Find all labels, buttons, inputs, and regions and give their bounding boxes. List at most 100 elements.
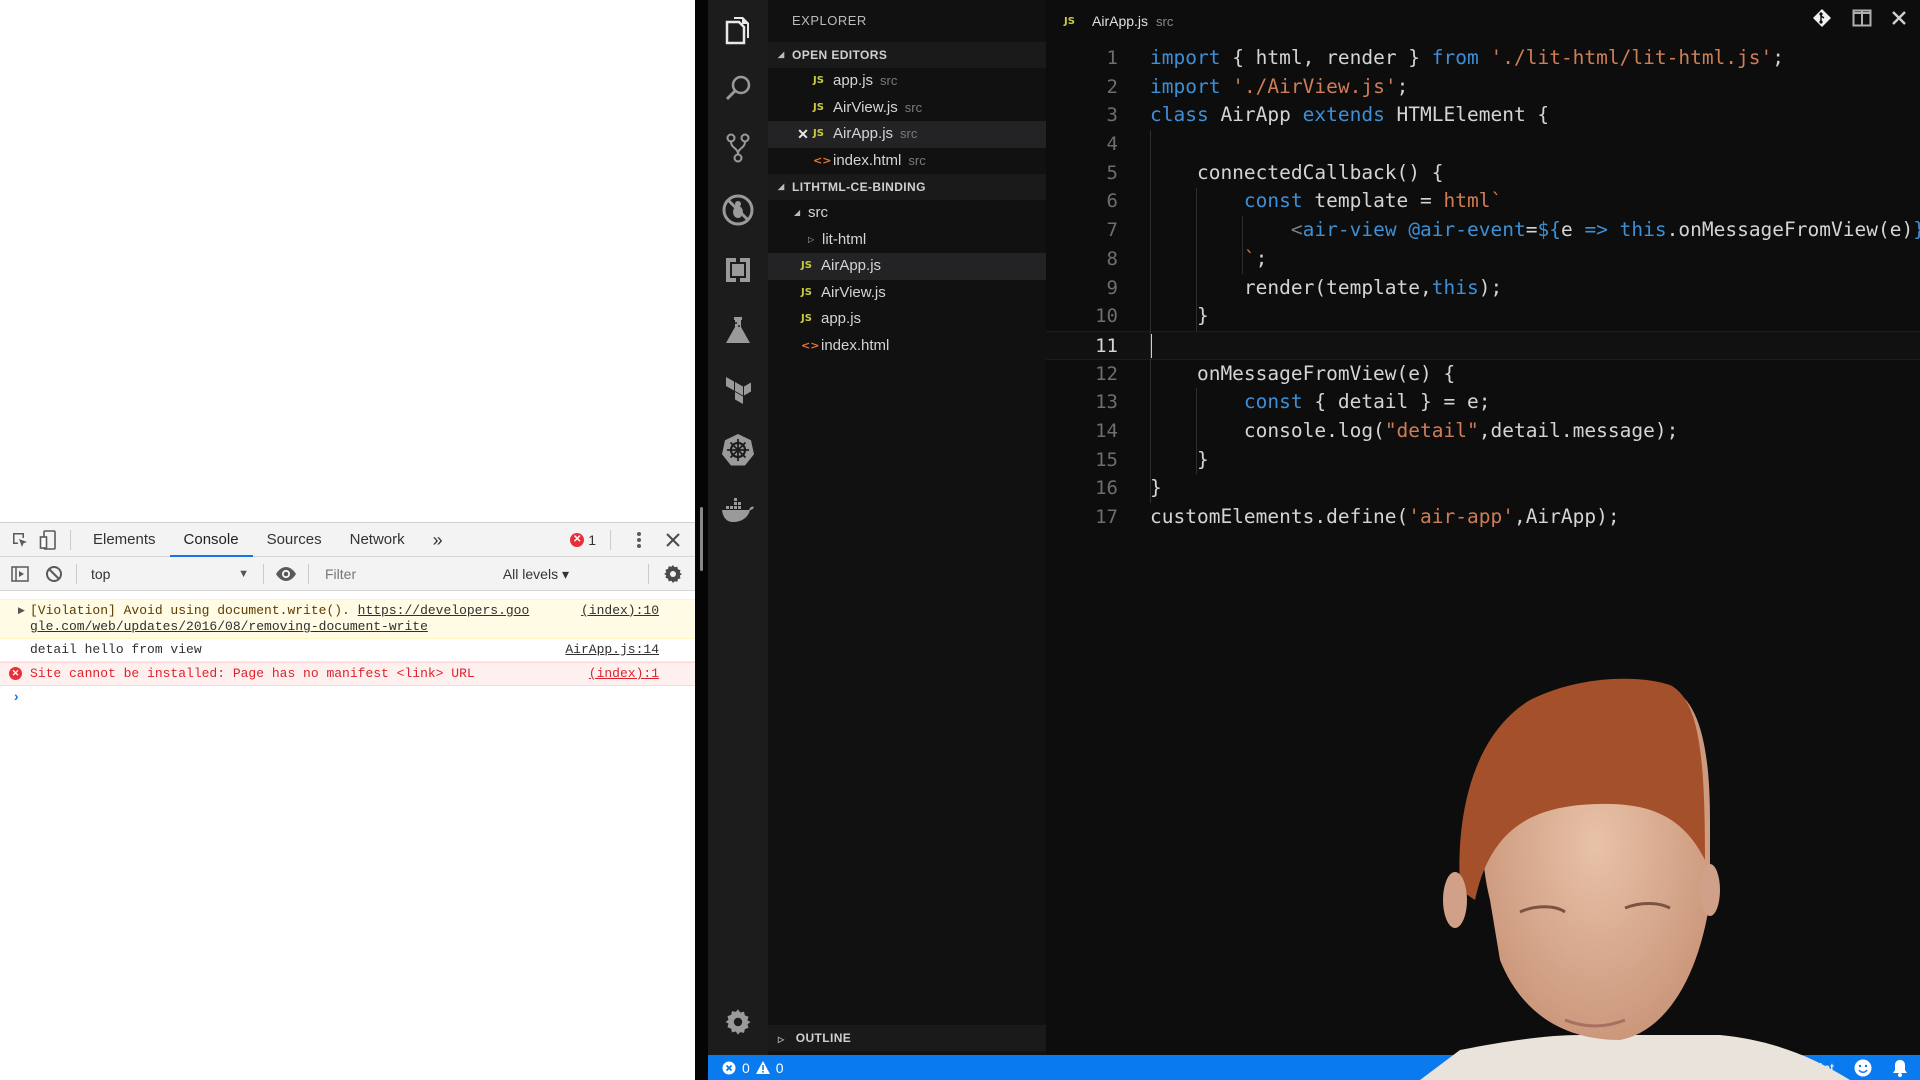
indent-guide	[1196, 187, 1197, 331]
expand-triangle-icon[interactable]: ▶	[18, 603, 25, 619]
open-editor-item[interactable]: <> index.html src	[768, 148, 1046, 175]
problems-indicator[interactable]: 0 0	[722, 1055, 784, 1080]
tab-elements[interactable]: Elements	[79, 523, 170, 557]
code-line[interactable]: 4	[1046, 130, 1920, 159]
open-editor-item-active[interactable]: ✕ JS AirApp.js src	[768, 121, 1046, 148]
file-path-desc: src	[900, 126, 918, 141]
code-line[interactable]: 10 }	[1046, 302, 1920, 331]
terraform-icon[interactable]	[708, 366, 768, 414]
device-toolbar-icon[interactable]	[34, 526, 62, 554]
code-line[interactable]: 9 render(template,this);	[1046, 274, 1920, 303]
console-message-error: ✕ Site cannot be installed: Page has no …	[0, 662, 695, 686]
search-icon[interactable]	[708, 64, 768, 112]
language-mode[interactable]: JavaScript	[1769, 1060, 1834, 1076]
console-filter-input[interactable]	[317, 565, 467, 582]
code-line[interactable]: 15 }	[1046, 446, 1920, 475]
separator	[70, 529, 71, 550]
notifications-bell-icon[interactable]	[1892, 1059, 1908, 1077]
kubernetes-icon[interactable]	[708, 426, 768, 474]
project-folder-header[interactable]: ◢ LITHTML-CE-BINDING	[768, 174, 1046, 200]
error-count-badge[interactable]: ✕ 1	[570, 532, 596, 548]
extensions-icon[interactable]	[708, 246, 768, 294]
line-number: 11	[1095, 334, 1118, 357]
kebab-menu-icon[interactable]	[625, 526, 653, 554]
open-editors-header[interactable]: ◢ OPEN EDITORS	[768, 42, 1046, 68]
code-text: <air-view @air-event=${e => this.onMessa…	[1290, 218, 1920, 242]
git-compare-icon[interactable]	[1812, 8, 1832, 33]
code-line[interactable]: 13 const { detail } = e;	[1046, 388, 1920, 417]
close-devtools-icon[interactable]	[659, 526, 687, 554]
outline-section-header[interactable]: ▷ OUTLINE	[768, 1025, 1046, 1051]
code-line[interactable]: 8 `;	[1046, 245, 1920, 274]
inspect-element-icon[interactable]	[6, 526, 34, 554]
file-name: AirView.js	[821, 283, 886, 301]
open-editor-item[interactable]: JS AirView.js src	[768, 95, 1046, 122]
explorer-files-icon[interactable]	[708, 6, 768, 54]
separator	[76, 563, 77, 584]
close-editor-icon[interactable]	[1892, 11, 1906, 30]
code-line[interactable]: 5 connectedCallback() {	[1046, 159, 1920, 188]
tab-sources[interactable]: Sources	[253, 523, 336, 557]
editor-tab-active[interactable]: JS AirApp.js src	[1046, 0, 1173, 42]
tree-file-item[interactable]: JS app.js	[768, 306, 1046, 333]
console-message-violation[interactable]: ▶ [Violation] Avoid using document.write…	[0, 599, 695, 639]
message-source-link[interactable]: (index):1	[589, 666, 659, 682]
clear-console-icon[interactable]	[40, 560, 68, 588]
activity-bar	[708, 0, 768, 1055]
message-link-continued[interactable]: gle.com/web/updates/2016/08/removing-doc…	[30, 619, 428, 634]
explorer-sidebar: EXPLORER ◢ OPEN EDITORS JS app.js src JS…	[768, 0, 1046, 1055]
split-editor-icon[interactable]	[1852, 9, 1872, 32]
collapse-triangle-icon: ◢	[778, 182, 785, 191]
source-control-icon[interactable]	[708, 124, 768, 172]
code-line[interactable]: 17 customElements.define('air-app',AirApp…	[1046, 503, 1920, 532]
tree-folder-lit-html[interactable]: ▷ lit-html	[768, 227, 1046, 254]
code-line[interactable]: 7 <air-view @air-event=${e => this.onMes…	[1046, 216, 1920, 245]
scrollbar-handle[interactable]	[700, 507, 703, 571]
code-text: }	[1150, 447, 1209, 471]
code-line[interactable]: 16}	[1046, 474, 1920, 503]
error-count: 0	[742, 1059, 750, 1076]
tree-file-item[interactable]: JS AirView.js	[768, 280, 1046, 307]
message-source-link[interactable]: (index):10	[581, 603, 659, 619]
open-editor-item[interactable]: JS app.js src	[768, 68, 1046, 95]
testing-flask-icon[interactable]	[708, 306, 768, 354]
folder-name: src	[808, 204, 828, 221]
tab-file-name: AirApp.js	[1092, 13, 1149, 29]
context-selector[interactable]: top ▼	[85, 566, 255, 582]
live-expression-eye-icon[interactable]	[272, 560, 300, 588]
tree-folder-src[interactable]: ◢ src	[768, 200, 1046, 227]
js-file-icon: JS	[813, 128, 824, 139]
show-sidebar-icon[interactable]	[6, 560, 34, 588]
tree-file-item[interactable]: <> index.html	[768, 333, 1046, 360]
code-line[interactable]: 6 const template = html`	[1046, 187, 1920, 216]
page-viewport[interactable]	[0, 0, 695, 522]
prompt-chevron-icon: ›	[12, 690, 21, 706]
tree-file-item-selected[interactable]: JS AirApp.js	[768, 253, 1046, 280]
close-editor-icon[interactable]: ✕	[793, 121, 813, 148]
code-line[interactable]: 12 onMessageFromView(e) {	[1046, 360, 1920, 389]
code-line[interactable]: 14 console.log("detail",detail.message);	[1046, 417, 1920, 446]
debug-icon[interactable]	[708, 186, 768, 234]
log-levels-dropdown[interactable]: All levels ▾	[503, 557, 569, 591]
console-prompt[interactable]: ›	[0, 686, 695, 710]
code-line[interactable]: 2 import './AirView.js';	[1046, 73, 1920, 102]
code-line[interactable]: 11	[1046, 330, 1920, 360]
file-name: app.js	[833, 72, 874, 89]
more-tabs-button[interactable]: »	[419, 523, 457, 557]
feedback-smiley-icon[interactable]	[1854, 1059, 1872, 1077]
message-text: [Violation] Avoid using document.write()…	[30, 603, 358, 618]
line-number: 5	[1106, 161, 1118, 184]
separator	[648, 564, 649, 584]
console-settings-gear-icon[interactable]	[659, 560, 687, 588]
docker-icon[interactable]	[708, 486, 768, 534]
tab-network[interactable]: Network	[336, 523, 419, 557]
tab-console[interactable]: Console	[169, 523, 253, 558]
indent-guide	[1242, 216, 1243, 274]
settings-gear-icon[interactable]	[708, 998, 768, 1046]
message-link[interactable]: https://developers.goo	[358, 603, 530, 618]
code-lines[interactable]: 1 import { html, render } from './lit-htm…	[1046, 44, 1920, 532]
code-line[interactable]: 3 class AirApp extends HTMLElement {	[1046, 101, 1920, 130]
message-source-link[interactable]: AirApp.js:14	[565, 642, 659, 658]
code-line[interactable]: 1 import { html, render } from './lit-htm…	[1046, 44, 1920, 73]
js-file-icon: JS	[801, 286, 812, 298]
